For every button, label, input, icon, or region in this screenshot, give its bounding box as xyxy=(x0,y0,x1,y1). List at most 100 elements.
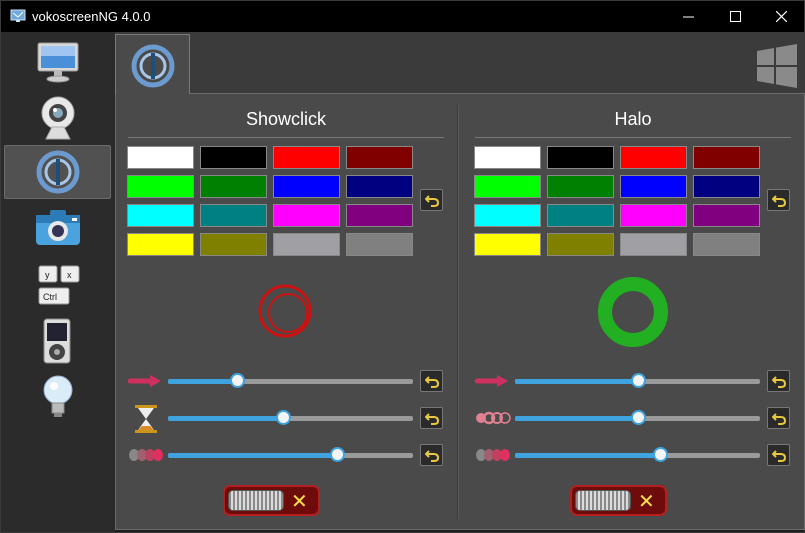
sidebar-item-hotkeys[interactable]: y x Ctrl xyxy=(4,258,111,312)
color-swatch[interactable] xyxy=(474,204,541,227)
color-swatch[interactable] xyxy=(346,233,413,256)
color-swatch[interactable] xyxy=(127,146,194,169)
color-swatch[interactable] xyxy=(474,175,541,198)
color-swatch[interactable] xyxy=(200,233,267,256)
color-swatch[interactable] xyxy=(693,233,760,256)
monitor-icon xyxy=(37,42,78,83)
opacity-icon xyxy=(129,449,163,461)
photo-camera-icon xyxy=(35,210,80,245)
color-swatch[interactable] xyxy=(127,233,194,256)
reset-size-button[interactable] xyxy=(420,370,443,392)
sidebar-item-about[interactable] xyxy=(4,370,111,424)
showclick-opacity-slider[interactable] xyxy=(168,447,413,462)
color-swatch[interactable] xyxy=(547,233,614,256)
halo-opacity-slider[interactable] xyxy=(515,447,760,462)
color-swatch[interactable] xyxy=(547,204,614,227)
undo-icon xyxy=(424,195,439,207)
undo-icon xyxy=(771,376,786,388)
sidebar-item-showclick[interactable] xyxy=(4,145,111,199)
minimize-button[interactable] xyxy=(665,1,711,32)
windows-logo-icon xyxy=(757,44,797,88)
slider-thumb[interactable] xyxy=(230,373,245,388)
title-bar: vokoscreenNG 4.0.0 xyxy=(1,1,804,32)
slider-thumb[interactable] xyxy=(276,410,291,425)
media-player-icon xyxy=(43,318,70,364)
toggle-knob xyxy=(228,490,284,511)
color-swatch[interactable] xyxy=(620,175,687,198)
color-swatch[interactable] xyxy=(547,175,614,198)
showclick-enable-toggle[interactable]: ✕ xyxy=(223,485,320,516)
slider-fill xyxy=(515,416,638,421)
reset-color-button[interactable] xyxy=(767,189,790,211)
color-swatch[interactable] xyxy=(273,233,340,256)
app-window: vokoscreenNG 4.0.0 y x Ctrl Showclick ✕ … xyxy=(0,0,805,533)
keyboard-icon: y x Ctrl xyxy=(38,265,79,305)
webcam-icon xyxy=(41,96,74,140)
title-underline xyxy=(128,137,444,138)
off-x-icon: ✕ xyxy=(291,491,308,513)
color-swatch[interactable] xyxy=(547,146,614,169)
close-icon xyxy=(775,11,787,22)
color-swatch[interactable] xyxy=(127,175,194,198)
reset-opacity-button[interactable] xyxy=(420,444,443,466)
undo-icon xyxy=(771,413,786,425)
tab-showclick[interactable] xyxy=(115,34,190,96)
slider-fill xyxy=(515,379,638,384)
color-swatch[interactable] xyxy=(620,233,687,256)
color-swatch[interactable] xyxy=(200,175,267,198)
toggle-knob xyxy=(575,490,631,511)
slider-thumb[interactable] xyxy=(330,447,345,462)
undo-icon xyxy=(771,450,786,462)
color-swatch[interactable] xyxy=(693,175,760,198)
sidebar-item-player[interactable] xyxy=(4,314,111,368)
color-swatch[interactable] xyxy=(200,204,267,227)
color-swatch[interactable] xyxy=(127,204,194,227)
reset-duration-button[interactable] xyxy=(420,407,443,429)
halo-transparency-slider[interactable] xyxy=(515,410,760,425)
showclick-preview xyxy=(258,284,312,338)
reset-transparency-button[interactable] xyxy=(767,407,790,429)
color-swatch[interactable] xyxy=(346,204,413,227)
color-swatch[interactable] xyxy=(693,146,760,169)
showclick-duration-slider[interactable] xyxy=(168,410,413,425)
color-swatch[interactable] xyxy=(273,146,340,169)
reset-color-button[interactable] xyxy=(420,189,443,211)
undo-icon xyxy=(424,376,439,388)
color-swatch[interactable] xyxy=(474,233,541,256)
color-swatch[interactable] xyxy=(346,175,413,198)
key-label: Ctrl xyxy=(43,292,57,302)
size-icon xyxy=(475,375,508,387)
maximize-button[interactable] xyxy=(712,1,758,32)
color-swatch[interactable] xyxy=(693,204,760,227)
reset-opacity-button[interactable] xyxy=(767,444,790,466)
color-swatch[interactable] xyxy=(273,204,340,227)
color-swatch[interactable] xyxy=(346,146,413,169)
color-swatch[interactable] xyxy=(474,146,541,169)
slider-thumb[interactable] xyxy=(631,410,646,425)
color-swatch[interactable] xyxy=(620,146,687,169)
showclick-icon xyxy=(131,44,174,87)
app-icon xyxy=(10,9,26,22)
sidebar-item-screencast[interactable] xyxy=(4,35,111,89)
close-button[interactable] xyxy=(758,1,804,32)
halo-preview xyxy=(598,277,668,347)
undo-icon xyxy=(424,450,439,462)
halo-title: Halo xyxy=(614,109,652,129)
reset-size-button[interactable] xyxy=(767,370,790,392)
transparency-icon xyxy=(476,411,511,425)
showclick-size-slider[interactable] xyxy=(168,373,413,388)
halo-size-slider[interactable] xyxy=(515,373,760,388)
slider-fill xyxy=(168,453,337,458)
slider-thumb[interactable] xyxy=(631,373,646,388)
halo-enable-toggle[interactable]: ✕ xyxy=(570,485,667,516)
slider-thumb[interactable] xyxy=(653,447,668,462)
sidebar-item-snapshot[interactable] xyxy=(4,200,111,254)
color-swatch[interactable] xyxy=(273,175,340,198)
maximize-icon xyxy=(729,11,741,22)
sidebar-item-camera[interactable] xyxy=(4,91,111,145)
color-swatch[interactable] xyxy=(200,146,267,169)
color-swatch[interactable] xyxy=(620,204,687,227)
slider-fill xyxy=(168,416,283,421)
slider-fill xyxy=(515,453,660,458)
slider-fill xyxy=(168,379,237,384)
